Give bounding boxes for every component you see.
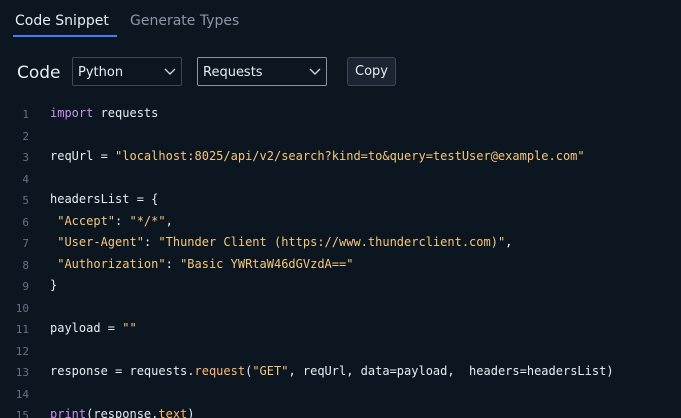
line-number: 11: [15, 323, 29, 336]
code-token: ,: [165, 213, 173, 228]
chevron-down-icon: [164, 68, 176, 75]
code-token: request: [194, 364, 246, 378]
code-token: "GET": [252, 364, 289, 378]
code-token: response = requests.: [50, 364, 195, 378]
line-number: 13: [15, 366, 29, 379]
line-code: "Authorization": "Basic YWRtaW46dGVzdA==…: [50, 257, 353, 271]
language-select[interactable]: Python: [72, 57, 182, 86]
line-number: 12: [15, 344, 29, 358]
code-line: 11 payload = "": [0, 319, 681, 341]
chevron-down-icon: [309, 68, 321, 75]
line-number: 3: [22, 151, 29, 164]
code-line: 2: [0, 126, 681, 148]
code-token: "User-Agent": [57, 235, 144, 249]
code-line: 8 "Authorization": "Basic YWRtaW46dGVzdA…: [0, 255, 681, 277]
code-token: (response.: [86, 407, 159, 418]
line-code: print(response.text): [50, 407, 195, 418]
tab-bar: Code Snippet Generate Types: [0, 0, 681, 40]
line-number: 1: [22, 108, 29, 121]
code-token: :: [115, 213, 130, 228]
code-token: reqUrl =: [50, 149, 116, 163]
tab-code-snippet[interactable]: Code Snippet: [15, 13, 109, 30]
code-token: import: [50, 106, 94, 120]
library-select-value: Requests: [203, 65, 263, 80]
library-select[interactable]: Requests: [197, 57, 327, 86]
code-token: "Accept": [57, 213, 116, 228]
line-code: "Accept": "*/*",: [50, 214, 173, 228]
code-token: "Thunder Client (https://www.thunderclie…: [158, 235, 506, 249]
line-number: 8: [22, 258, 29, 272]
code-line: 5 headersList = {: [0, 190, 681, 212]
code-line: 4: [0, 169, 681, 191]
code-token: text: [158, 407, 188, 418]
code-label: Code: [17, 63, 61, 83]
code-token: payload =: [50, 321, 123, 335]
line-number: 14: [15, 387, 29, 401]
code-token: ,: [505, 235, 513, 249]
code-line: 14: [0, 384, 681, 406]
line-number: 7: [22, 237, 29, 250]
code-line: 3 reqUrl = "localhost:8025/api/v2/search?…: [0, 147, 681, 169]
code-token: ): [187, 407, 195, 418]
line-code: payload = "": [50, 321, 137, 335]
active-tab-indicator: [13, 35, 117, 37]
code-token: "": [122, 321, 137, 335]
code-line: 7 "User-Agent": "Thunder Client (https:/…: [0, 233, 681, 255]
code-editor[interactable]: 1 import requests 2 3 reqUrl = "localhost:80…: [0, 104, 681, 418]
line-number: 4: [22, 172, 29, 186]
line-number: 2: [22, 129, 29, 143]
code-line: 15 print(response.text): [0, 405, 681, 418]
code-token: , reqUrl, data=payload, headers=headersL…: [288, 364, 614, 378]
code-token: headersList = {: [50, 192, 159, 206]
line-number: 15: [15, 409, 29, 418]
line-code: import requests: [50, 106, 158, 120]
code-line: 12: [0, 341, 681, 363]
code-line: 6 "Accept": "*/*",: [0, 212, 681, 234]
code-token: print: [50, 407, 87, 418]
line-number: 9: [22, 280, 29, 293]
line-code: response = requests.request("GET", reqUr…: [50, 364, 614, 378]
line-code: headersList = {: [50, 192, 158, 206]
code-token: "localhost:8025/api/v2/search?kind=to&qu…: [115, 149, 585, 163]
line-number: 10: [15, 301, 29, 315]
code-token: "Authorization": [57, 256, 166, 271]
code-snippet-panel: Code Snippet Generate Types Code Python …: [0, 0, 681, 418]
tab-generate-types[interactable]: Generate Types: [130, 13, 239, 30]
line-code: }: [50, 278, 57, 292]
code-token: "*/*": [129, 213, 166, 228]
code-token: }: [50, 278, 58, 292]
code-line: 10: [0, 298, 681, 320]
line-number: 5: [22, 194, 29, 207]
code-line: 1 import requests: [0, 104, 681, 126]
code-line: 13 response = requests.request("GET", req…: [0, 362, 681, 384]
copy-button[interactable]: Copy: [347, 57, 396, 86]
code-token: "Basic YWRtaW46dGVzdA==": [180, 256, 354, 271]
language-select-value: Python: [78, 65, 124, 80]
code-token: :: [143, 235, 159, 249]
code-line: 9}: [0, 276, 681, 298]
line-code: reqUrl = "localhost:8025/api/v2/search?k…: [50, 149, 585, 163]
code-token: requests: [93, 106, 159, 120]
line-code: "User-Agent": "Thunder Client (https://w…: [50, 235, 512, 249]
code-toolbar: Code Python Requests Copy: [0, 55, 681, 89]
line-number: 6: [22, 215, 29, 229]
code-token: :: [165, 256, 181, 271]
